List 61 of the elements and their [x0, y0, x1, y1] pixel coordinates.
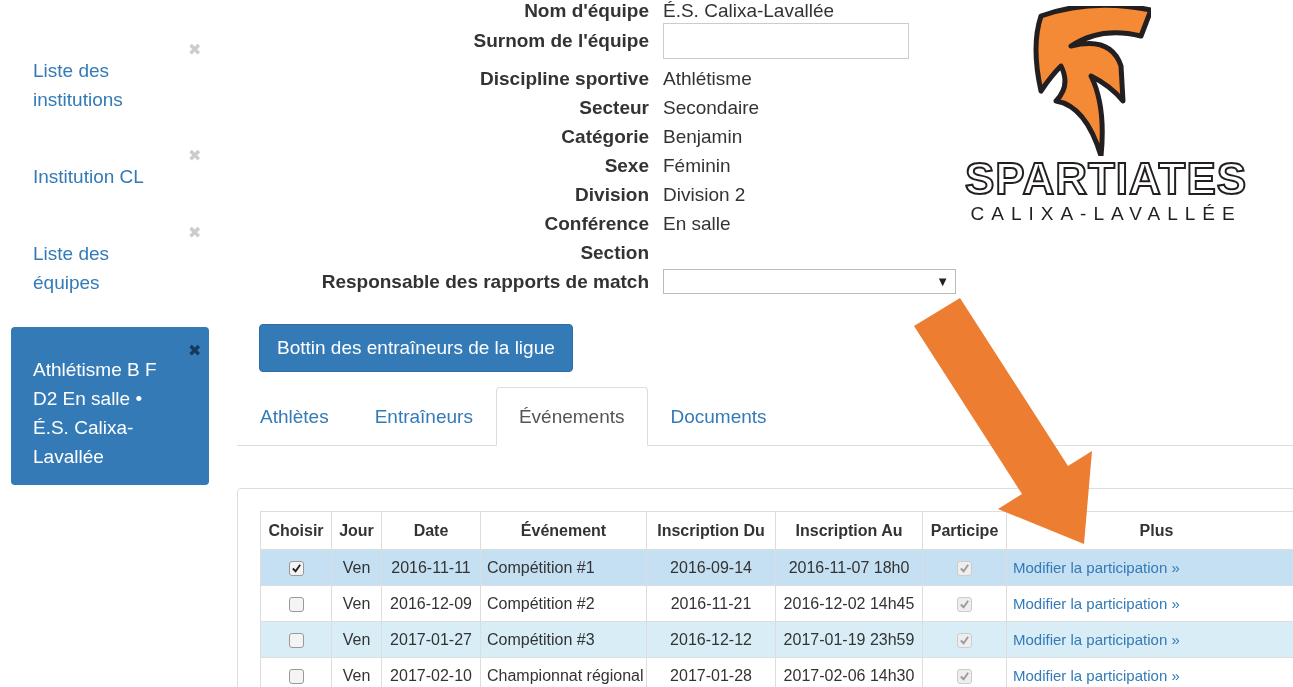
table-cell: 2016-09-14 [646, 549, 776, 586]
table-row[interactable]: Ven 2017-02-10 Championnat régional 2017-01-28 2017-02-06 14h30 Modifier la participation » [260, 657, 1293, 687]
field-label: Surnom de l'équipe [472, 30, 650, 52]
field-value: En salle [663, 212, 731, 235]
sidebar-item[interactable]: Institution CL ✖ [11, 144, 209, 203]
field-value: Benjamin [663, 125, 743, 148]
field-value: Secondaire [663, 96, 760, 119]
checkbox[interactable] [288, 668, 304, 684]
field-label: Sexe [603, 154, 650, 177]
table-cell: 2017-01-19 23h59 [775, 621, 923, 658]
tab[interactable]: Documents [647, 387, 790, 445]
column-header: Événement [480, 511, 647, 550]
checkbox[interactable] [288, 632, 304, 648]
table-cell: Compétition #1 [480, 549, 647, 586]
table-cell: 2017-01-27 [381, 621, 481, 658]
checkbox[interactable] [288, 596, 304, 612]
select-field[interactable]: ▼ [663, 269, 956, 294]
sidebar-item[interactable]: Athlétisme B F D2 En salle • É.S. Calixa-Lavallée ✖ [11, 327, 209, 485]
column-header: Inscription Au [775, 511, 923, 550]
field-value: Féminin [663, 154, 731, 177]
column-header: Inscription Du [646, 511, 776, 550]
field-value: Division 2 [663, 183, 746, 206]
sidebar-item[interactable]: Liste des institutions ✖ [11, 38, 209, 126]
tab[interactable]: Athlètes [237, 387, 352, 445]
table-cell: Compétition #3 [480, 621, 647, 658]
field-value: Athlétisme [663, 67, 752, 90]
field-value: É.S. Calixa-Lavallée [663, 0, 835, 22]
tab[interactable]: Entraîneurs [351, 387, 496, 445]
table-row[interactable]: Ven 2016-12-09 Compétition #2 2016-11-21 2016-12-02 14h45 Modifier la participation » [260, 585, 1293, 622]
field-label: Responsable des rapports de match [320, 270, 650, 293]
table-cell: 2016-11-07 18h0 [775, 549, 923, 586]
column-header: Date [381, 511, 481, 550]
field-label: Conférence [543, 212, 650, 235]
table-row[interactable]: Ven 2016-11-11 Compétition #1 2016-09-14 2016-11-07 18h0 Modifier la participation » [260, 549, 1293, 586]
table-cell: Ven [331, 621, 382, 658]
column-header: Choisir [260, 511, 332, 550]
sidebar-item[interactable]: Liste des équipes ✖ [11, 221, 209, 309]
table-cell: 2016-12-09 [381, 585, 481, 622]
table-cell: 2016-12-12 [646, 621, 776, 658]
checkbox[interactable] [288, 560, 304, 576]
close-icon[interactable]: ✖ [188, 341, 201, 361]
table-row[interactable]: Ven 2017-01-27 Compétition #3 2016-12-12 2017-01-19 23h59 Modifier la participation » [260, 621, 1293, 658]
field-label: Nom d'équipe [523, 0, 650, 22]
tab[interactable]: Événements [495, 387, 648, 446]
table-cell: 2016-11-11 [381, 549, 481, 586]
column-header: Jour [331, 511, 382, 550]
logo-subtitle: CALIXA-LAVALLÉE [970, 202, 1242, 226]
field-label: Discipline sportive [479, 67, 650, 90]
column-header: Participe [922, 511, 1007, 550]
table-cell: Ven [331, 585, 382, 622]
logo-wordmark: SPARTIATES [965, 156, 1248, 202]
field-label: Secteur [578, 96, 650, 119]
directory-button[interactable]: Bottin des entraîneurs de la ligue [259, 324, 573, 372]
field-label: Section [579, 241, 650, 264]
field-label: Division [574, 183, 650, 206]
field-label: Catégorie [560, 125, 650, 148]
table-cell: Ven [331, 549, 382, 586]
table-cell: 2016-12-02 14h45 [775, 585, 923, 622]
table-cell: 2016-11-21 [646, 585, 776, 622]
input-field[interactable] [663, 23, 909, 59]
table-cell: Compétition #2 [480, 585, 647, 622]
